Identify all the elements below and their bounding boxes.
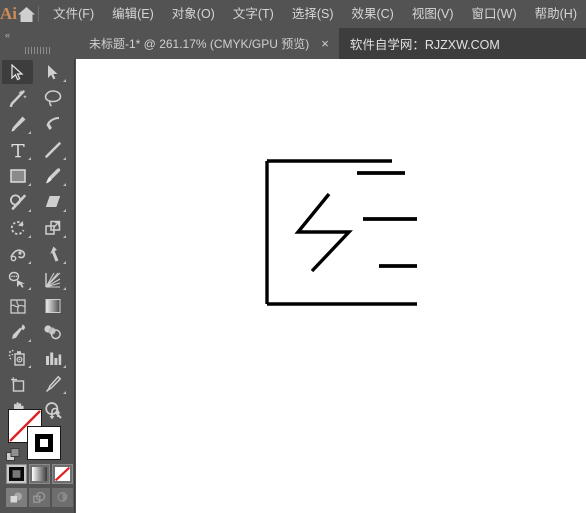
tool-flyout-corner-icon xyxy=(28,183,31,186)
menu-object[interactable]: 对象(O) xyxy=(163,0,224,28)
free-transform-tool[interactable] xyxy=(37,242,68,266)
symbol-sprayer-tool[interactable] xyxy=(2,346,33,370)
tool-flyout-corner-icon xyxy=(63,391,66,394)
rectangle-tool[interactable] xyxy=(2,164,33,188)
selection-tool[interactable] xyxy=(2,60,33,84)
document-canvas[interactable] xyxy=(76,59,586,513)
eyedropper-tool[interactable] xyxy=(2,320,33,344)
direct-selection-tool[interactable] xyxy=(37,60,68,84)
mesh-tool[interactable] xyxy=(2,294,33,318)
scale-tool[interactable] xyxy=(37,216,68,240)
slice-tool[interactable] xyxy=(37,372,68,396)
tool-flyout-corner-icon xyxy=(28,235,31,238)
rotate-tool[interactable] xyxy=(2,216,33,240)
draw-behind-button[interactable] xyxy=(29,488,50,507)
tool-flyout-corner-icon xyxy=(28,209,31,212)
perspective-grid-tool[interactable] xyxy=(37,268,68,292)
width-tool[interactable] xyxy=(2,242,33,266)
tool-flyout-corner-icon xyxy=(63,183,66,186)
color-controls xyxy=(0,404,75,513)
menu-help[interactable]: 帮助(H) xyxy=(526,0,586,28)
tool-flyout-corner-icon xyxy=(63,79,66,82)
type-tool[interactable] xyxy=(2,138,33,162)
tool-flyout-corner-icon xyxy=(63,261,66,264)
tool-flyout-corner-icon xyxy=(28,131,31,134)
lightning-bolt-path xyxy=(294,192,353,273)
gradient-mode-button[interactable] xyxy=(29,464,50,484)
line-segment-tool[interactable] xyxy=(37,138,68,162)
illustrator-window: Ai 文件(F) 编辑(E) 对象(O) 文字(T) 选择(S) 效果(C) 视… xyxy=(0,0,586,513)
shaper-tool[interactable] xyxy=(2,190,33,214)
stroke-inner-square xyxy=(35,434,53,452)
watermark-text: 软件自学网：RJZXW.COM xyxy=(349,38,500,52)
document-tab[interactable]: 未标题-1* @ 261.17% (CMYK/GPU 预览) × xyxy=(75,28,340,59)
gradient-tool[interactable] xyxy=(37,294,68,318)
menu-edit[interactable]: 编辑(E) xyxy=(103,0,163,28)
menu-type[interactable]: 文字(T) xyxy=(224,0,283,28)
document-tab-title: 未标题-1* @ 261.17% (CMYK/GPU 预览) xyxy=(89,37,310,51)
draw-inside-button[interactable] xyxy=(52,488,73,507)
magic-wand-tool[interactable] xyxy=(2,86,33,110)
tool-flyout-corner-icon xyxy=(63,157,66,160)
tool-flyout-corner-icon xyxy=(28,261,31,264)
shape-builder-tool[interactable] xyxy=(2,268,33,292)
menu-effect[interactable]: 效果(C) xyxy=(342,0,402,28)
tool-flyout-corner-icon xyxy=(28,287,31,290)
draw-normal-button[interactable] xyxy=(6,488,27,507)
none-mode-button[interactable] xyxy=(52,464,73,484)
grip-dots-icon xyxy=(24,47,51,54)
stroke-color-swatch[interactable] xyxy=(27,426,61,460)
menu-file[interactable]: 文件(F) xyxy=(44,0,103,28)
tab-bar: « 未标题-1* @ 261.17% (CMYK/GPU 预览) × 软件自学网… xyxy=(0,28,586,59)
curvature-tool[interactable] xyxy=(37,112,68,136)
menu-select[interactable]: 选择(S) xyxy=(283,0,343,28)
tool-flyout-corner-icon xyxy=(28,339,31,342)
toolbar-drag-handle[interactable] xyxy=(0,42,75,59)
lasso-tool[interactable] xyxy=(37,86,68,110)
swap-fill-stroke-icon[interactable] xyxy=(48,407,63,426)
home-icon[interactable] xyxy=(17,6,36,23)
menu-bar: Ai 文件(F) 编辑(E) 对象(O) 文字(T) 选择(S) 效果(C) 视… xyxy=(0,0,586,28)
menu-window[interactable]: 窗口(W) xyxy=(463,0,526,28)
tool-flyout-corner-icon xyxy=(63,287,66,290)
close-icon[interactable]: × xyxy=(321,37,329,50)
color-mode-button[interactable] xyxy=(6,464,27,484)
draw-mode-buttons xyxy=(6,488,73,507)
artboard-tool[interactable] xyxy=(2,372,33,396)
menu-view[interactable]: 视图(V) xyxy=(403,0,463,28)
tool-flyout-corner-icon xyxy=(63,209,66,212)
tool-flyout-corner-icon xyxy=(28,157,31,160)
menu-item-list: 文件(F) 编辑(E) 对象(O) 文字(T) 选择(S) 效果(C) 视图(V… xyxy=(44,0,586,28)
collapse-panel-button[interactable]: « xyxy=(0,28,75,42)
color-mode-buttons xyxy=(6,464,73,484)
ai-logo-icon: Ai xyxy=(0,4,17,23)
tool-flyout-corner-icon xyxy=(63,235,66,238)
eraser-tool[interactable] xyxy=(37,190,68,214)
tool-grid xyxy=(0,59,75,423)
lightning-bolt-artwork xyxy=(265,159,417,306)
blend-tool[interactable] xyxy=(37,320,68,344)
pen-tool[interactable] xyxy=(2,112,33,136)
paintbrush-tool[interactable] xyxy=(37,164,68,188)
tool-flyout-corner-icon xyxy=(63,365,66,368)
tool-flyout-corner-icon xyxy=(28,365,31,368)
column-graph-tool[interactable] xyxy=(37,346,68,370)
tools-panel xyxy=(0,59,75,513)
